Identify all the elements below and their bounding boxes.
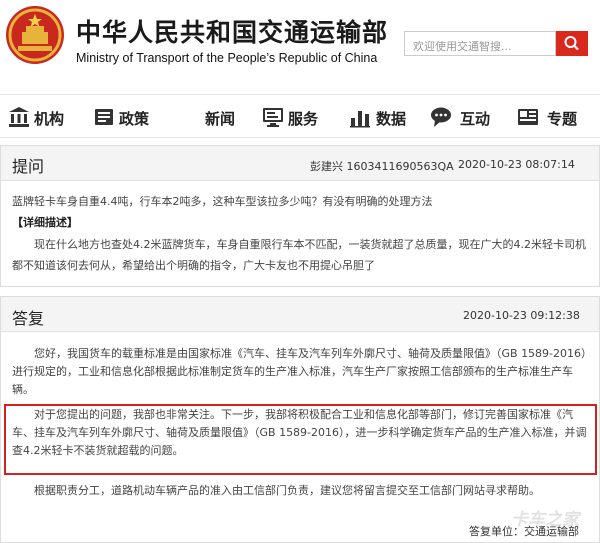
nav-label: 政策 — [119, 110, 150, 128]
question-time: 2020-10-23 08:07:14 — [458, 158, 575, 171]
answer-signature: 答复单位：交通运输部 — [469, 525, 579, 538]
search-button[interactable] — [556, 31, 588, 56]
nav-label: 机构 — [34, 110, 65, 128]
topic-icon — [518, 109, 538, 125]
answer-time: 2020-10-23 09:12:38 — [463, 309, 580, 322]
question-summary: 蓝牌轻卡车身自重4.4吨，行车本2吨多，这种车型该拉多少吨？有没有明确的处理方法 — [12, 195, 433, 208]
nav-label: 互动 — [460, 110, 491, 128]
book-icon — [95, 109, 113, 125]
main-nav: 机构 政策 新闻 服务 数据 互动 专题 — [0, 94, 600, 138]
question-detail: 现在什么地方也查处4.2米蓝牌货车，车身自重限行车本不匹配，一装货就超了总质量，… — [12, 238, 586, 272]
question-detail-label: 【详细描述】 — [12, 216, 78, 229]
bar-chart-icon — [350, 111, 370, 128]
question-heading: 提问 — [12, 157, 45, 176]
answer-header: 答复 2020-10-23 09:12:38 — [1, 297, 599, 332]
search-icon — [564, 36, 579, 51]
answer-paragraph-3: 根据职责分工，道路机动车辆产品的准入由工信部门负责，建议您将留言提交至工信部门网… — [34, 484, 540, 497]
question-author: 彭建兴 1603411690563QA — [310, 160, 454, 173]
national-emblem-icon — [6, 6, 64, 64]
nav-label: 专题 — [547, 110, 578, 128]
answer-heading: 答复 — [12, 309, 45, 328]
answer-paragraph-2: 对于您提出的问题，我部也非常关注。下一步，我部将积极配合工业和信息化部等部门，修… — [12, 408, 587, 457]
question-header: 提问 彭建兴 1603411690563QA 2020-10-23 08:07:… — [1, 146, 599, 181]
nav-label: 新闻 — [205, 110, 236, 128]
question-panel: 提问 彭建兴 1603411690563QA 2020-10-23 08:07:… — [0, 145, 600, 287]
site-header: 中华人民共和国交通运输部 Ministry of Transport of th… — [0, 0, 600, 94]
monitor-icon — [263, 108, 283, 127]
nav-label: 数据 — [376, 110, 407, 128]
site-title-cn[interactable]: 中华人民共和国交通运输部 — [76, 13, 388, 49]
search-input[interactable]: 欢迎使用交通智搜... — [404, 31, 556, 56]
chat-bubble-icon — [431, 107, 451, 127]
answer-panel: 答复 2020-10-23 09:12:38 您好，我国货车的载重标准是由国家标… — [0, 296, 600, 543]
nav-label: 服务 — [288, 110, 319, 128]
answer-paragraph-1: 您好，我国货车的载重标准是由国家标准《汽车、挂车及汽车列车外廓尺寸、轴荷及质量限… — [12, 347, 587, 396]
building-icon — [9, 107, 29, 127]
site-title-en: Ministry of Transport of the People’s Re… — [76, 51, 378, 65]
